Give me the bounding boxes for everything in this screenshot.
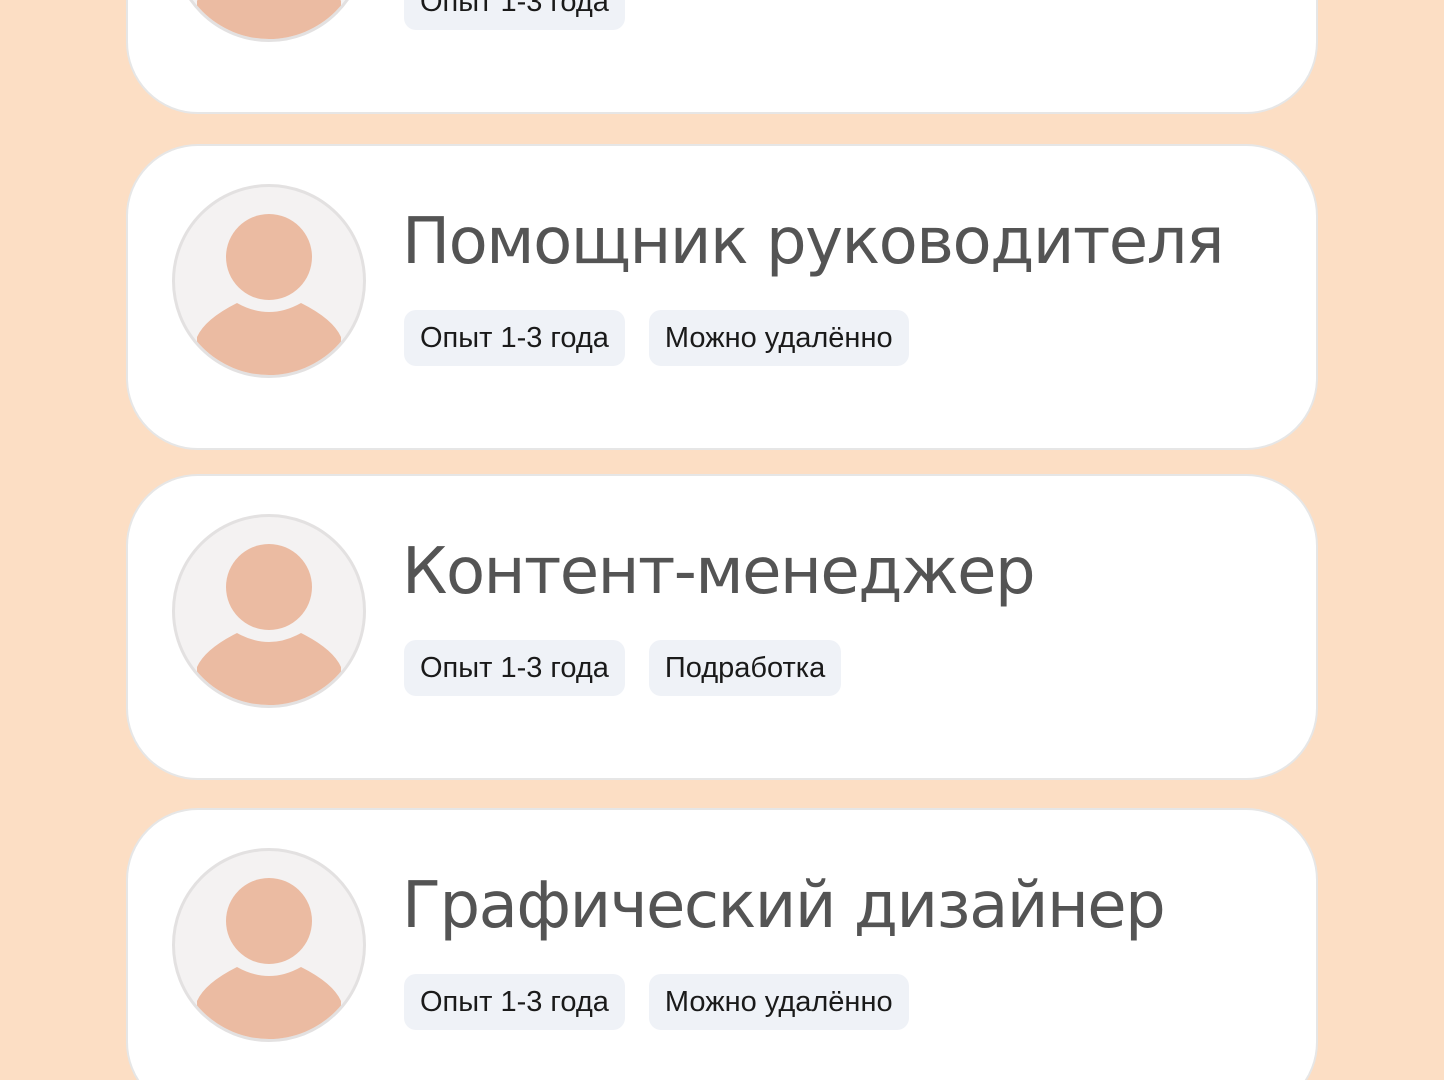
user-placeholder-icon: [172, 184, 366, 378]
experience-tag: Опыт 1-3 года: [404, 310, 625, 366]
vacancy-list: Опыт 1-3 года Помощник руководителя Опыт…: [0, 0, 1444, 1080]
user-placeholder-icon: [172, 848, 366, 1042]
work-format-tag: Можно удалённо: [648, 310, 909, 366]
vacancy-card[interactable]: Опыт 1-3 года: [126, 0, 1318, 114]
experience-tag: Опыт 1-3 года: [404, 640, 625, 696]
vacancy-tags: Опыт 1-3 года Можно удалённо: [404, 974, 909, 1030]
user-placeholder-icon: [172, 514, 366, 708]
vacancy-card[interactable]: Графический дизайнер Опыт 1-3 года Можно…: [126, 808, 1318, 1080]
work-format-tag: Можно удалённо: [648, 974, 909, 1030]
vacancy-title: Помощник руководителя: [402, 205, 1225, 279]
user-placeholder-icon: [172, 0, 366, 42]
vacancy-title: Контент-менеджер: [402, 535, 1036, 609]
experience-tag: Опыт 1-3 года: [404, 0, 625, 30]
vacancy-tags: Опыт 1-3 года: [404, 0, 625, 30]
vacancy-tags: Опыт 1-3 года Можно удалённо: [404, 310, 909, 366]
vacancy-title: Графический дизайнер: [402, 869, 1166, 943]
vacancy-card[interactable]: Помощник руководителя Опыт 1-3 года Можн…: [126, 144, 1318, 450]
vacancy-tags: Опыт 1-3 года Подработка: [404, 640, 842, 696]
employment-type-tag: Подработка: [648, 640, 842, 696]
vacancy-card[interactable]: Контент-менеджер Опыт 1-3 года Подработк…: [126, 474, 1318, 780]
experience-tag: Опыт 1-3 года: [404, 974, 625, 1030]
